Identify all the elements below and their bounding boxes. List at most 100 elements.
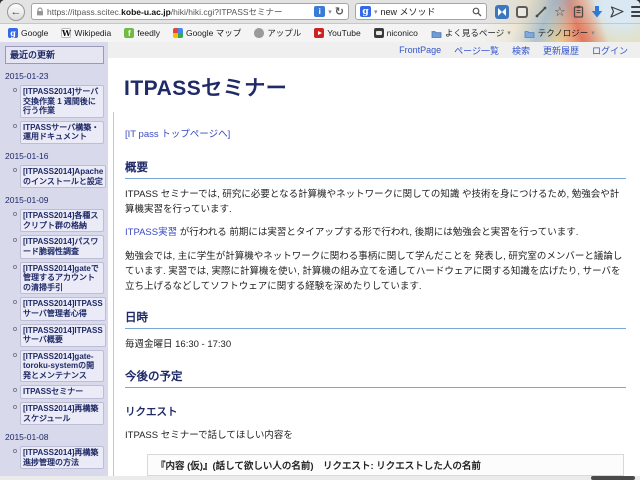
overview-paragraph-2: ITPASS実習 が行われる 前期には実習とタイアップする形で行われ, 後期には… — [125, 226, 626, 241]
page-body: [IT pass トップページへ] 概要 ITPASS セミナーでは, 研究に必… — [113, 112, 626, 480]
bullet-icon — [13, 449, 17, 453]
url-text: https://itpass.scitec.kobe-u.ac.jp/hiki/… — [47, 6, 311, 18]
bookmark-google[interactable]: gGoogle — [8, 28, 48, 38]
page-title: ITPASSセミナー — [124, 72, 626, 102]
apple-favicon — [254, 28, 264, 38]
bookmark-folder-technology[interactable]: テクノロジー▾ — [524, 27, 595, 39]
search-engine-icon[interactable]: g — [360, 6, 371, 17]
page-action-icon[interactable]: i — [314, 6, 325, 17]
bullet-icon — [13, 265, 17, 269]
list-item[interactable]: [ITPASS2014]gate-toroku-systemの開発とメンテナンス — [13, 350, 104, 383]
url-dropdown-caret-icon[interactable]: ▾ — [328, 8, 332, 16]
sidebar-date: 2015-01-23 — [5, 71, 104, 81]
bullet-icon — [13, 238, 17, 242]
bookmark-youtube[interactable]: YouTube — [314, 28, 360, 38]
search-engine-caret-icon[interactable]: ▾ — [374, 8, 378, 16]
url-bar[interactable]: https://itpass.scitec.kobe-u.ac.jp/hiki/… — [31, 3, 349, 20]
overview-paragraph-1: ITPASS セミナーでは, 研究に必要となる計算機やネットワークに関しての知識… — [125, 188, 626, 217]
section-heading-schedule: 今後の予定 — [125, 368, 626, 388]
lock-icon — [36, 7, 44, 16]
toolbar-icons: ☆ — [495, 5, 640, 19]
folder-caret-icon: ▾ — [507, 29, 511, 37]
list-item[interactable]: [ITPASS2014]Apache のインストールと設定 — [13, 165, 104, 188]
list-item[interactable]: [ITPASS2014]gateで管理するアカウントの清掃手引 — [13, 262, 104, 295]
site-nav-login[interactable]: ログイン — [592, 44, 628, 57]
bullet-icon — [13, 388, 17, 392]
list-item[interactable]: [ITPASS2014]再構築スケジュール — [13, 402, 104, 425]
bookmark-folder-frequent[interactable]: よく見るページ▾ — [431, 27, 511, 39]
bookmark-wikipedia[interactable]: WWikipedia — [61, 28, 111, 38]
site-nav-frontpage[interactable]: FrontPage — [399, 45, 441, 55]
horizontal-scrollbar-track[interactable] — [0, 476, 640, 480]
bullet-icon — [13, 168, 17, 172]
bookmark-niconico[interactable]: niconico — [374, 28, 418, 38]
top-page-link[interactable]: [IT pass トップページへ] — [125, 126, 230, 140]
bullet-icon — [13, 88, 17, 92]
youtube-favicon — [314, 28, 324, 38]
search-bar[interactable]: g ▾ new メソッド — [355, 3, 487, 20]
bookmarks-toolbar: gGoogle WWikipedia ffeedly Google マップ アッ… — [0, 24, 640, 42]
sidebar-date: 2015-01-09 — [5, 195, 104, 205]
clipboard-icon[interactable] — [573, 5, 584, 18]
search-icon[interactable] — [472, 7, 482, 17]
list-item[interactable]: [ITPASS2014]ITPASSサーバ管理者心得 — [13, 297, 104, 320]
bookmark-apple[interactable]: アップル — [254, 27, 301, 39]
bookmark-feedly[interactable]: ffeedly — [124, 28, 160, 38]
overview-paragraph-3: 勉強会では, 主に学生が計算機やネットワークに関わる事柄に関して学んだことを 発… — [125, 250, 626, 294]
google-maps-favicon — [173, 28, 183, 38]
sidebar-date: 2015-01-16 — [5, 151, 104, 161]
back-button[interactable]: ← — [7, 3, 25, 21]
bullet-icon — [13, 212, 17, 216]
feedly-favicon: f — [124, 28, 134, 38]
search-query[interactable]: new メソッド — [381, 5, 469, 18]
wiki-article: ITPASSセミナー [IT pass トップページへ] 概要 ITPASS セ… — [108, 58, 640, 480]
site-nav-search[interactable]: 検索 — [512, 44, 530, 57]
sidebar-date: 2015-01-08 — [5, 432, 104, 442]
list-item[interactable]: ITPASSセミナー — [13, 385, 104, 399]
extension-icon[interactable] — [495, 5, 509, 19]
list-item[interactable]: [ITPASS2014]再構築進捗管理の方法 — [13, 446, 104, 469]
itpass-jisshu-link[interactable]: ITPASS実習 — [125, 227, 177, 238]
list-item[interactable]: [ITPASS2014]ITPASSサーバ概要 — [13, 324, 104, 347]
bullet-icon — [13, 353, 17, 357]
request-format-box: 『内容 (仮)』(話して欲しい人の名前) リクエスト: リクエストした人の名前 — [147, 454, 624, 476]
wikipedia-favicon: W — [61, 28, 71, 38]
page-content: 最近の更新 2015-01-23 [ITPASS2014]サーバ交換作業 1 週… — [0, 42, 640, 480]
horizontal-scrollbar-thumb[interactable] — [591, 476, 635, 480]
bullet-icon — [13, 405, 17, 409]
bullet-icon — [13, 300, 17, 304]
recent-updates-sidebar: 最近の更新 2015-01-23 [ITPASS2014]サーバ交換作業 1 週… — [0, 42, 108, 480]
site-nav: FrontPage ページ一覧 検索 更新履歴 ログイン — [108, 42, 640, 58]
bullet-icon — [13, 327, 17, 331]
screenshot-icon[interactable] — [516, 6, 528, 18]
downloads-icon[interactable] — [591, 6, 603, 18]
compose-icon[interactable] — [535, 6, 547, 18]
request-intro: ITPASS セミナーで話してほしい内容を — [125, 429, 626, 444]
browser-chrome: ← https://itpass.scitec.kobe-u.ac.jp/hik… — [0, 0, 640, 42]
reload-icon[interactable]: ↻ — [335, 5, 344, 18]
folder-icon — [431, 29, 442, 38]
niconico-favicon — [374, 28, 384, 38]
folder-caret-icon: ▾ — [591, 29, 595, 37]
bullet-icon — [13, 124, 17, 128]
datetime-text: 毎週金曜日 16:30 - 17:30 — [125, 338, 626, 353]
bookmark-google-maps[interactable]: Google マップ — [173, 27, 241, 39]
site-nav-page-list[interactable]: ページ一覧 — [454, 44, 499, 57]
google-favicon: g — [8, 28, 18, 38]
subsection-heading-request: リクエスト — [125, 404, 626, 419]
section-heading-overview: 概要 — [125, 159, 626, 179]
bookmark-star-icon[interactable]: ☆ — [554, 5, 566, 18]
list-item[interactable]: [ITPASS2014]各種スクリプト群の格納 — [13, 209, 104, 232]
menu-icon[interactable] — [631, 6, 640, 17]
list-item[interactable]: [ITPASS2014]サーバ交換作業 1 週間後に行う作業 — [13, 85, 104, 118]
sidebar-title: 最近の更新 — [5, 46, 104, 64]
site-nav-history[interactable]: 更新履歴 — [543, 44, 579, 57]
browser-window: ← https://itpass.scitec.kobe-u.ac.jp/hik… — [0, 0, 640, 480]
list-item[interactable]: ITPASSサーバ構築・運用ドキュメント — [13, 121, 104, 144]
folder-icon — [524, 29, 535, 38]
main-column: FrontPage ページ一覧 検索 更新履歴 ログイン ITPASSセミナー … — [108, 42, 640, 480]
list-item[interactable]: [ITPASS2014]パスワード脆弱性調査 — [13, 235, 104, 258]
send-tab-icon[interactable] — [610, 6, 624, 18]
section-heading-datetime: 日時 — [125, 309, 626, 329]
navigation-toolbar: ← https://itpass.scitec.kobe-u.ac.jp/hik… — [0, 0, 640, 24]
